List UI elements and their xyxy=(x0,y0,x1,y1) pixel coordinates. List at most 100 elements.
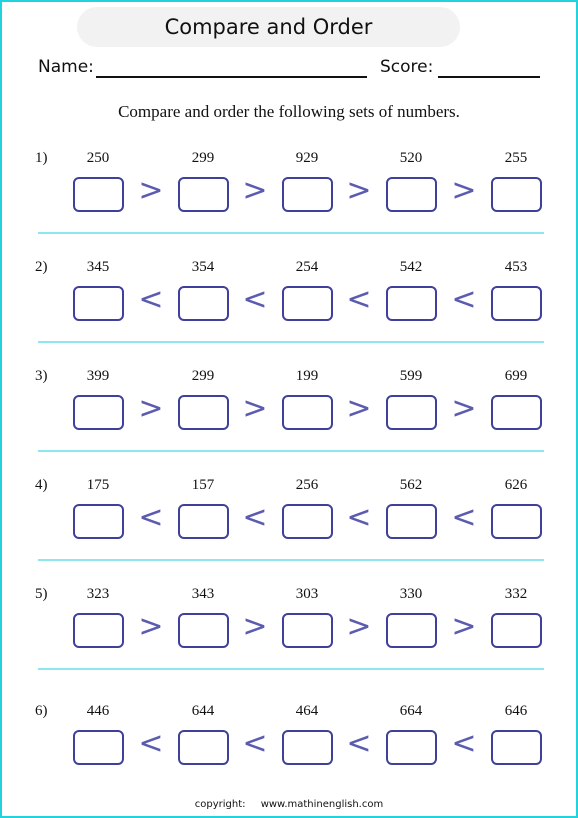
answer-box[interactable] xyxy=(386,395,437,430)
greater-than-sign: > xyxy=(451,609,477,644)
answer-box[interactable] xyxy=(73,286,124,321)
less-than-sign: < xyxy=(242,726,268,761)
answer-box[interactable] xyxy=(73,613,124,648)
given-number: 250 xyxy=(86,150,110,166)
name-field[interactable] xyxy=(96,76,367,78)
answer-box[interactable] xyxy=(73,177,124,212)
given-number: 664 xyxy=(399,703,423,719)
answer-box[interactable] xyxy=(491,286,542,321)
less-than-sign: < xyxy=(346,726,372,761)
greater-than-sign: > xyxy=(242,173,268,208)
copyright-label: copyright: xyxy=(194,799,246,810)
less-than-sign: < xyxy=(346,500,372,535)
given-number: 299 xyxy=(191,368,215,384)
given-number: 323 xyxy=(86,586,110,602)
given-number: 175 xyxy=(86,477,110,493)
less-than-sign: < xyxy=(451,282,477,317)
given-number: 626 xyxy=(504,477,528,493)
given-number: 345 xyxy=(86,259,110,275)
answer-box[interactable] xyxy=(386,177,437,212)
footer: copyright: www.mathinenglish.com xyxy=(0,799,578,810)
answer-box[interactable] xyxy=(491,730,542,765)
less-than-sign: < xyxy=(451,500,477,535)
less-than-sign: < xyxy=(138,282,164,317)
given-number: 199 xyxy=(295,368,319,384)
answer-box[interactable] xyxy=(178,177,229,212)
answer-box[interactable] xyxy=(282,730,333,765)
greater-than-sign: > xyxy=(242,609,268,644)
given-number: 330 xyxy=(399,586,423,602)
problem-number: 1) xyxy=(35,150,48,166)
row-divider xyxy=(38,450,544,452)
answer-box[interactable] xyxy=(282,395,333,430)
greater-than-sign: > xyxy=(346,173,372,208)
answer-box[interactable] xyxy=(386,286,437,321)
answer-box[interactable] xyxy=(282,286,333,321)
given-number: 644 xyxy=(191,703,215,719)
answer-box[interactable] xyxy=(491,613,542,648)
answer-box[interactable] xyxy=(73,730,124,765)
greater-than-sign: > xyxy=(346,391,372,426)
given-number: 562 xyxy=(399,477,423,493)
problem-row: 6) 446 644 464 664 646 < < < < xyxy=(0,703,578,812)
worksheet-title: Compare and Order xyxy=(77,7,460,47)
instructions: Compare and order the following sets of … xyxy=(118,102,460,121)
answer-box[interactable] xyxy=(178,504,229,539)
answer-box[interactable] xyxy=(178,395,229,430)
given-number: 929 xyxy=(295,150,319,166)
answer-box[interactable] xyxy=(73,395,124,430)
given-number: 157 xyxy=(191,477,215,493)
problem-row: 5) 323 343 303 330 332 > > > > xyxy=(0,586,578,695)
greater-than-sign: > xyxy=(138,391,164,426)
answer-box[interactable] xyxy=(386,730,437,765)
answer-box[interactable] xyxy=(178,286,229,321)
answer-box[interactable] xyxy=(491,177,542,212)
given-number: 464 xyxy=(295,703,319,719)
less-than-sign: < xyxy=(346,282,372,317)
score-label: Score: xyxy=(380,57,434,77)
answer-box[interactable] xyxy=(178,730,229,765)
given-number: 699 xyxy=(504,368,528,384)
greater-than-sign: > xyxy=(451,173,477,208)
answer-box[interactable] xyxy=(491,395,542,430)
problem-number: 3) xyxy=(35,368,48,384)
greater-than-sign: > xyxy=(138,609,164,644)
given-number: 453 xyxy=(504,259,528,275)
problem-row: 3) 399 299 199 599 699 > > > > xyxy=(0,368,578,477)
answer-box[interactable] xyxy=(282,613,333,648)
less-than-sign: < xyxy=(451,726,477,761)
given-number: 599 xyxy=(399,368,423,384)
answer-box[interactable] xyxy=(178,613,229,648)
answer-box[interactable] xyxy=(282,504,333,539)
given-number: 332 xyxy=(504,586,528,602)
given-number: 354 xyxy=(191,259,215,275)
site-link[interactable]: www.mathinenglish.com xyxy=(261,799,384,810)
answer-box[interactable] xyxy=(282,177,333,212)
less-than-sign: < xyxy=(242,500,268,535)
greater-than-sign: > xyxy=(346,609,372,644)
given-number: 446 xyxy=(86,703,110,719)
score-field[interactable] xyxy=(438,76,540,78)
given-number: 255 xyxy=(504,150,528,166)
greater-than-sign: > xyxy=(242,391,268,426)
name-label: Name: xyxy=(38,57,94,77)
answer-box[interactable] xyxy=(73,504,124,539)
given-number: 299 xyxy=(191,150,215,166)
problem-number: 2) xyxy=(35,259,48,275)
given-number: 542 xyxy=(399,259,423,275)
row-divider xyxy=(38,341,544,343)
answer-box[interactable] xyxy=(491,504,542,539)
given-number: 256 xyxy=(295,477,319,493)
problem-number: 4) xyxy=(35,477,48,493)
given-number: 646 xyxy=(504,703,528,719)
answer-box[interactable] xyxy=(386,613,437,648)
problem-row: 1) 250 299 929 520 255 > > > > xyxy=(0,150,578,259)
less-than-sign: < xyxy=(138,500,164,535)
row-divider xyxy=(38,232,544,234)
greater-than-sign: > xyxy=(451,391,477,426)
problem-row: 2) 345 354 254 542 453 < < < < xyxy=(0,259,578,368)
given-number: 343 xyxy=(191,586,215,602)
answer-box[interactable] xyxy=(386,504,437,539)
less-than-sign: < xyxy=(138,726,164,761)
problem-number: 5) xyxy=(35,586,48,602)
